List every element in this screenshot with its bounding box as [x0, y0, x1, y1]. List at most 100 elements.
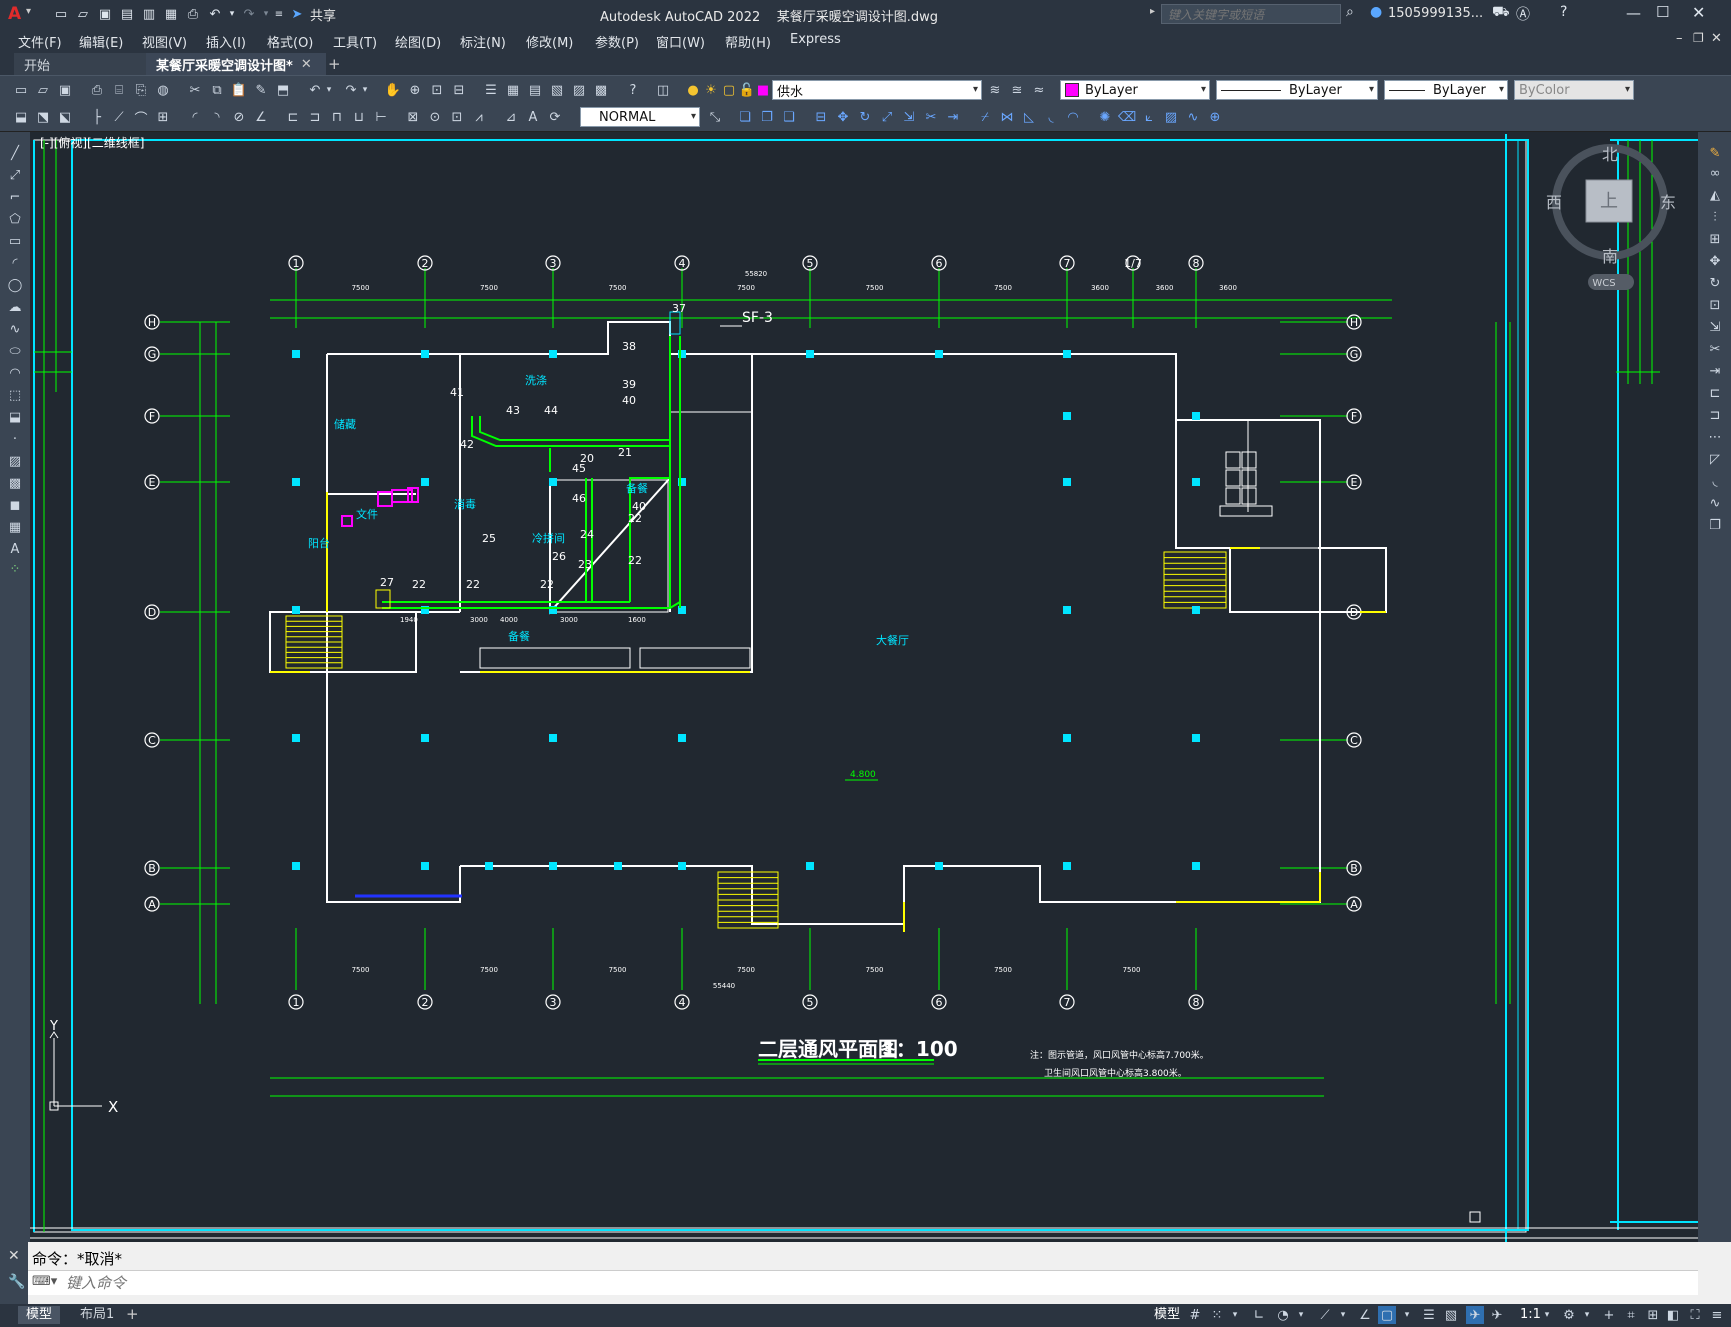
multiline-text-tool-icon[interactable]: A — [6, 540, 24, 558]
circle-tool-icon[interactable]: ◯ — [6, 276, 24, 294]
move-object-icon[interactable]: ✥ — [834, 108, 852, 126]
save-as-icon[interactable]: ▤ — [118, 5, 136, 23]
doc-minimize-icon[interactable]: – — [1676, 31, 1683, 46]
autodesk-app-icon[interactable]: Ⓐ — [1516, 4, 1530, 24]
annotation-scale-dropdown-icon[interactable]: ▾ — [1538, 1306, 1556, 1324]
customization-icon[interactable]: ≡ — [1708, 1306, 1726, 1324]
tab-start[interactable]: 开始 — [14, 53, 162, 75]
wcs-label[interactable]: WCS — [1592, 278, 1615, 289]
menu-draw[interactable]: 绘图(D) — [395, 32, 441, 51]
menu-view[interactable]: 视图(V) — [142, 32, 187, 51]
blend-curves-icon[interactable]: ◠ — [1064, 108, 1082, 126]
inspection-icon[interactable]: ⊡ — [448, 108, 466, 126]
layer-viewport-icon[interactable]: ▢ — [720, 81, 738, 99]
command-grip[interactable]: ✕ 🔧 — [0, 1242, 28, 1304]
clean-screen-icon[interactable]: ⛶ — [1686, 1306, 1704, 1324]
hatch-tool-icon[interactable]: ▨ — [6, 452, 24, 470]
diameter-dimension-icon[interactable]: ⊘ — [230, 108, 248, 126]
minimize-window-icon[interactable]: — — [1626, 4, 1641, 22]
zoom-realtime-icon[interactable]: ⊕ — [406, 81, 424, 99]
maximize-window-icon[interactable]: ☐ — [1656, 3, 1669, 21]
units-icon[interactable]: ⌗ — [1622, 1306, 1640, 1324]
viewcube-west[interactable]: 西 — [1546, 193, 1562, 212]
dimension-space-icon[interactable]: ⊔ — [350, 108, 368, 126]
viewport-label[interactable]: [-][俯视][二维线框] — [40, 135, 144, 150]
offset-object-icon[interactable]: ❑ — [780, 108, 798, 126]
viewcube-top[interactable]: 上 — [1600, 191, 1618, 212]
rotate-object-icon[interactable]: ↻ — [856, 108, 874, 126]
array-tool-icon[interactable]: ⊞ — [1706, 230, 1724, 248]
workspace-gear-icon[interactable]: ⚙ — [1560, 1306, 1578, 1324]
extend-object-icon[interactable]: ⇥ — [944, 108, 962, 126]
viewcube-south[interactable]: 南 — [1602, 247, 1618, 266]
mirror-object-icon[interactable]: ❐ — [758, 108, 776, 126]
spline-tool-icon[interactable]: ∿ — [6, 320, 24, 338]
command-input[interactable] — [64, 1273, 1268, 1293]
angular-dimension-icon[interactable]: ∠ — [252, 108, 270, 126]
viewcube[interactable]: 上 北 南 西 东 WCS — [1546, 144, 1676, 290]
customize-command-icon[interactable]: 🔧 — [8, 1274, 25, 1290]
doc-restore-icon[interactable]: ❐ — [1693, 31, 1704, 45]
close-window-icon[interactable]: ✕ — [1692, 3, 1705, 22]
plot-icon[interactable]: ⎙ — [184, 5, 202, 23]
edit-polyline-icon[interactable]: ⟀ — [1140, 108, 1158, 126]
linetype-dropdown[interactable]: ByLayer ▾ — [1216, 80, 1378, 100]
layer-match-icon[interactable]: ≈ — [1030, 81, 1048, 99]
print-icon[interactable]: ⎙ — [88, 81, 106, 99]
drawing-canvas[interactable]: [-][俯视][二维线框] 上 北 南 西 东 WCS 1 2 3 4 5 6 7 1/7 8 1… — [30, 132, 1698, 1242]
snap-dropdown-icon[interactable]: ▾ — [1226, 1306, 1244, 1324]
design-center-icon[interactable]: ▦ — [504, 81, 522, 99]
transparency-icon[interactable]: ▧ — [1442, 1306, 1460, 1324]
markup-icon[interactable]: ▨ — [570, 81, 588, 99]
menu-parametric[interactable]: 参数(P) — [595, 32, 639, 51]
cart-icon[interactable]: ⛟ — [1492, 4, 1510, 22]
baseline-dimension-icon[interactable]: ⊐ — [306, 108, 324, 126]
save-toolbar-icon[interactable]: ▣ — [56, 81, 74, 99]
blend-tool-icon[interactable]: ∿ — [1706, 494, 1724, 512]
trim-object-icon[interactable]: ✂ — [922, 108, 940, 126]
stretch-object-icon[interactable]: ⇲ — [900, 108, 918, 126]
menu-tools[interactable]: 工具(T) — [333, 32, 377, 51]
snap-mode-icon[interactable]: ⁙ — [1208, 1306, 1226, 1324]
quick-dimension-icon[interactable]: ⊏ — [284, 108, 302, 126]
share-label[interactable]: 共享 — [310, 5, 336, 24]
construction-line-tool-icon[interactable]: ⤢ — [6, 166, 24, 184]
revision-cloud-tool-icon[interactable]: ☁ — [6, 298, 24, 316]
lineweight-dropdown[interactable]: ByLayer ▾ — [1384, 80, 1508, 100]
group-icon[interactable]: ⬕ — [56, 108, 74, 126]
layer-dropdown[interactable]: 供水 ▾ — [772, 80, 982, 100]
viewcube-north[interactable]: 北 — [1602, 145, 1618, 164]
annotation-visibility-icon[interactable]: ✈ — [1466, 1306, 1484, 1324]
tab-model[interactable]: 模型 — [18, 1306, 61, 1324]
polyline-tool-icon[interactable]: ⌐ — [6, 188, 24, 206]
add-layout-icon[interactable]: + — [126, 1305, 139, 1323]
dimension-update-icon[interactable]: ⟳ — [546, 108, 564, 126]
fillet-object-icon[interactable]: ◟ — [1042, 108, 1060, 126]
search-expand-icon[interactable]: ▸ — [1150, 6, 1155, 17]
isometric-dropdown-icon[interactable]: ▾ — [1334, 1306, 1352, 1324]
zoom-window-icon[interactable]: ⊡ — [428, 81, 446, 99]
help-toolbar-icon[interactable]: ? — [624, 81, 642, 99]
copy-object-icon[interactable]: ❏ — [736, 108, 754, 126]
mirror-tool-icon[interactable]: ◭ — [1706, 186, 1724, 204]
menu-window[interactable]: 窗口(W) — [656, 32, 705, 51]
zoom-previous-icon[interactable]: ⊟ — [450, 81, 468, 99]
object-snap-tracking-icon[interactable]: ∠ — [1356, 1306, 1374, 1324]
tool-palettes-icon[interactable]: ▤ — [526, 81, 544, 99]
save-web-icon[interactable]: ▦ — [162, 5, 180, 23]
save-icon[interactable]: ▣ — [96, 5, 114, 23]
qnew-icon[interactable]: ▭ — [12, 81, 30, 99]
line-tool-icon[interactable]: ╱ — [6, 144, 24, 162]
undo-toolbar-dropdown-icon[interactable]: ▾ — [324, 81, 334, 99]
ellipse-tool-icon[interactable]: ⬭ — [6, 342, 24, 360]
customize-quick-access-icon[interactable]: ≡ — [274, 5, 284, 23]
quick-properties-icon[interactable]: ⊞ — [1644, 1306, 1662, 1324]
scale-object-icon[interactable]: ⤢ — [878, 108, 896, 126]
insert-block-tool-icon[interactable]: ⬚ — [6, 386, 24, 404]
table-tool-icon[interactable]: ▦ — [6, 518, 24, 536]
sheet-set-icon[interactable]: ▧ — [548, 81, 566, 99]
dimension-break-icon[interactable]: ⊢ — [372, 108, 390, 126]
menu-format[interactable]: 格式(O) — [267, 32, 313, 51]
menu-dimension[interactable]: 标注(N) — [460, 32, 506, 51]
rotate-tool-icon[interactable]: ↻ — [1706, 274, 1724, 292]
